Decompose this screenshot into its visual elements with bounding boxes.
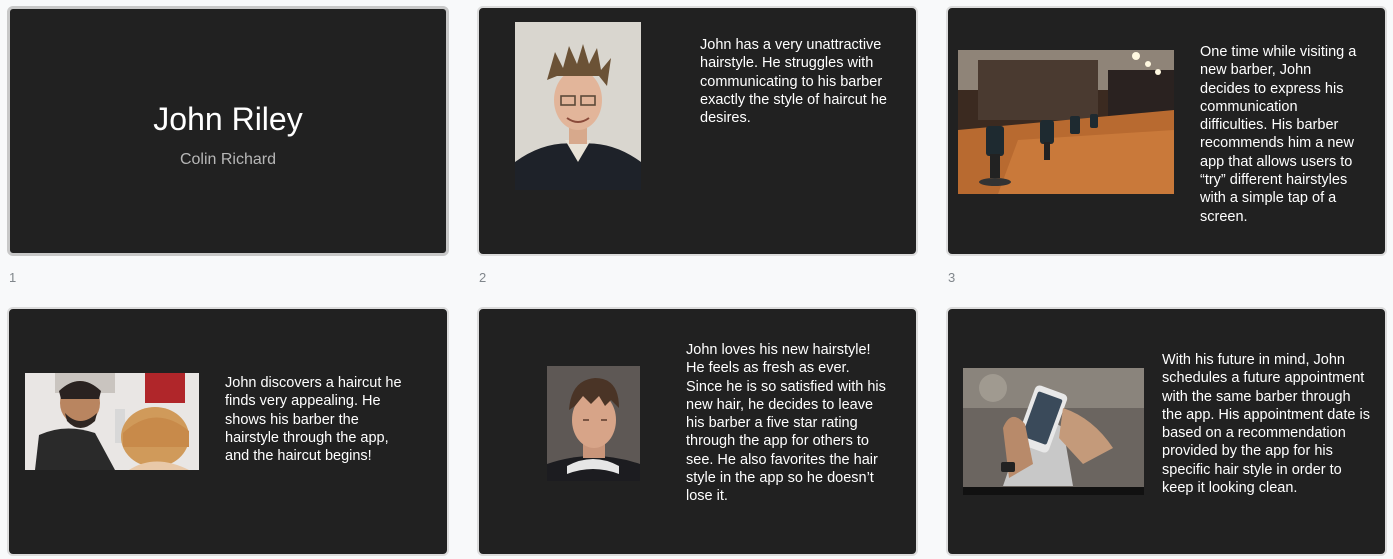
slide-body-text: One time while visiting a new barber, Jo… (1200, 44, 1357, 225)
slide-number-1: 1 (9, 270, 17, 285)
slide-body-text: John discovers a haircut he finds very a… (225, 375, 402, 465)
slide-body-text: With his future in mind, John schedules … (1162, 352, 1370, 497)
slide-body-text: John has a very unattractive hairstyle. … (700, 37, 887, 127)
slide-thumbnail-1[interactable]: John Riley Colin Richard (7, 6, 449, 256)
portrait-photo-icon (515, 22, 641, 190)
phone-in-hands-photo-icon (963, 368, 1144, 495)
slide-thumbnail-4[interactable]: John discovers a haircut he finds very a… (7, 307, 449, 556)
slide-thumbnail-6[interactable]: With his future in mind, John schedules … (946, 307, 1387, 556)
slide-thumbnail-2[interactable]: John has a very unattractive hairstyle. … (477, 6, 918, 256)
slide-number-2: 2 (479, 270, 487, 285)
slide-body-text: John loves his new hairstyle! He feels a… (686, 342, 886, 505)
slide-subtitle: Colin Richard (179, 151, 277, 168)
barber-cutting-photo-icon (25, 373, 199, 470)
slide-number-3: 3 (948, 270, 956, 285)
slide-thumbnail-5[interactable]: John loves his new hairstyle! He feels a… (477, 307, 918, 556)
new-haircut-photo-icon (547, 366, 640, 481)
barbershop-photo-icon (958, 50, 1174, 194)
slide-thumbnail-3[interactable]: One time while visiting a new barber, Jo… (946, 6, 1387, 256)
slide-title: John Riley (153, 101, 303, 137)
